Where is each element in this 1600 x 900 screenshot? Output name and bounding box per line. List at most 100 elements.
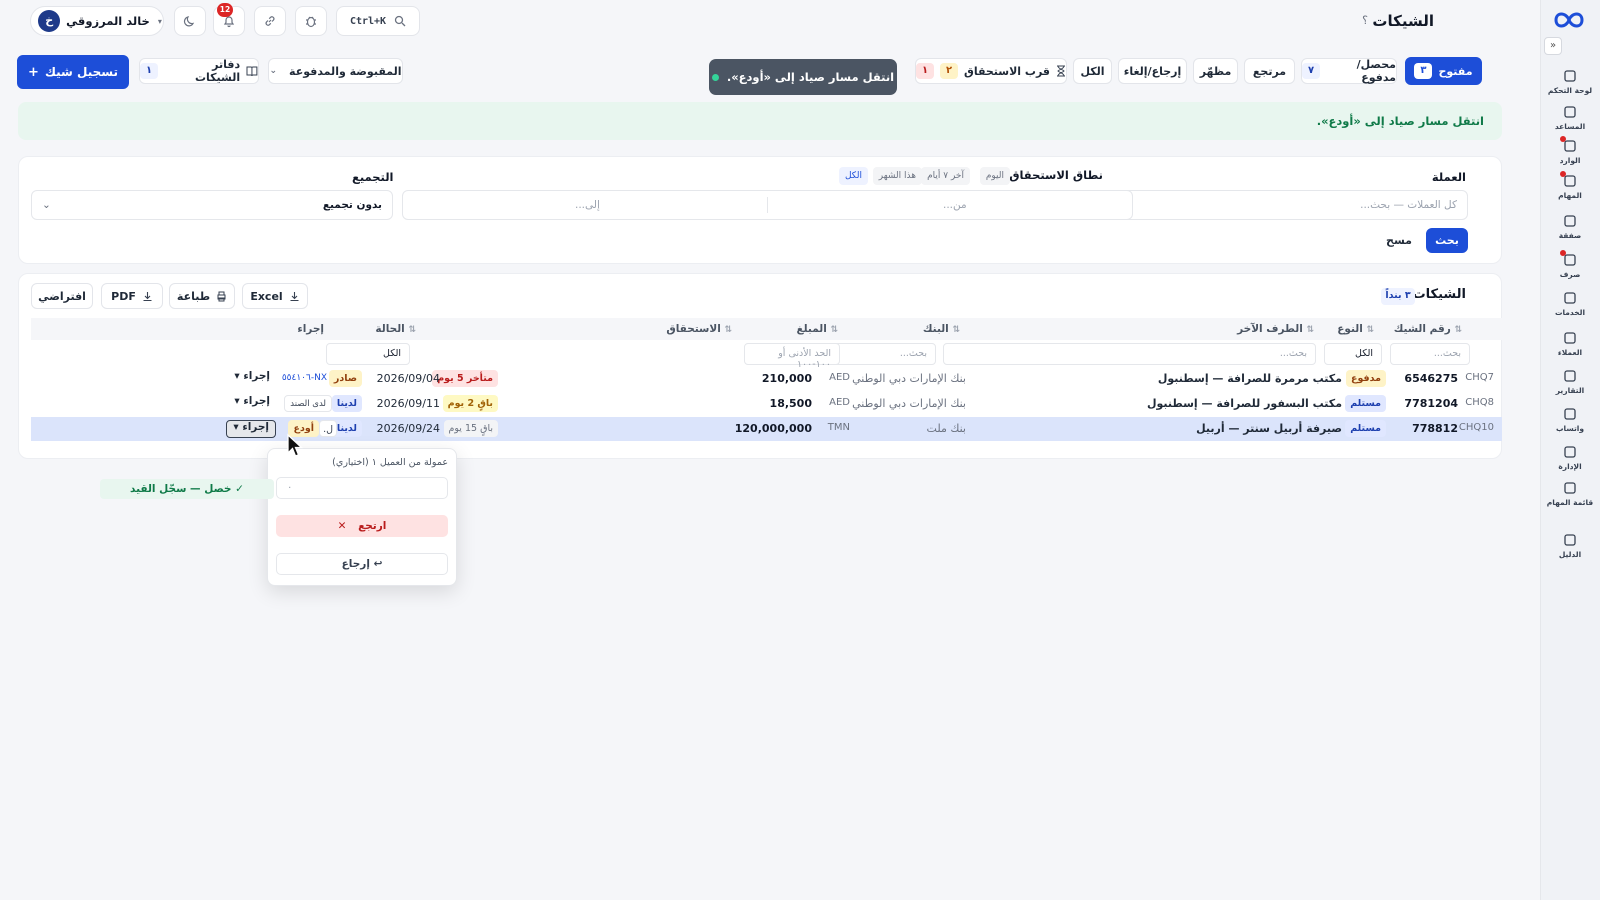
link-button[interactable] <box>254 6 286 36</box>
status-extra-badge: ل. <box>319 420 337 437</box>
table-count-badge: ٣ بنداً <box>1381 288 1415 305</box>
action-dropdown-menu: عمولة من العميل ١ (اختياري) ٠ ارتجع ✕ ↩ … <box>267 448 457 586</box>
app-logo-icon[interactable] <box>1552 8 1586 32</box>
row-action-button[interactable]: إجراء ▾ <box>226 420 276 438</box>
book-icon <box>246 66 258 77</box>
chip-today[interactable]: اليوم <box>979 167 1010 185</box>
exchange-icon <box>1564 215 1576 227</box>
print-button[interactable]: طباعة <box>169 283 235 309</box>
filter-number-placeholder: بحث... <box>1433 348 1461 359</box>
bounce-button[interactable]: ارتجع ✕ <box>276 515 448 537</box>
filter-party-placeholder: بحث... <box>1279 348 1307 359</box>
check-icon <box>1564 482 1576 494</box>
header-bank[interactable]: ⇅ البنك <box>923 323 960 335</box>
fee-input[interactable]: ٠ <box>276 477 448 499</box>
chip-all[interactable]: الكل <box>838 167 868 185</box>
status-extra: NX-٥٥٤١٠٦ <box>281 373 327 383</box>
help-icon[interactable]: ؟ <box>1362 14 1368 27</box>
collapse-sidebar-button[interactable]: « <box>1544 37 1562 55</box>
default-view-button[interactable]: افتراضي <box>31 283 93 309</box>
fee-input-value: ٠ <box>287 482 293 493</box>
filter-type[interactable]: الكل <box>1324 343 1382 365</box>
due-date: 2026/09/24 <box>376 422 440 435</box>
header-type[interactable]: ⇅ النوع <box>1337 323 1374 335</box>
sidebar-item-2[interactable]: الوارد <box>1540 136 1600 165</box>
header-number[interactable]: ⇅ رقم الشيك <box>1394 323 1462 335</box>
tab-endorsed[interactable]: مظهّر <box>1193 58 1238 84</box>
row-action-button[interactable]: إجراء ▾ <box>228 395 276 413</box>
filter-status[interactable]: الكل <box>326 343 410 365</box>
tab-return-label: إرجاع/إلغاء <box>1123 64 1182 78</box>
sidebar-item-0[interactable]: لوحة التحكم <box>1540 68 1600 95</box>
chevron-down-icon: ⌄ <box>269 66 278 76</box>
filter-amount[interactable]: الحد الأدنى أو ١٠٠-١٠٠ <box>744 343 840 370</box>
sidebar-item-6[interactable]: الخدمات <box>1540 290 1600 317</box>
sidebar-item-11[interactable]: قائمة المهام <box>1540 480 1600 507</box>
tab-bounced-label: مرتجع <box>1252 64 1287 78</box>
sidebar-item-9[interactable]: واتساب <box>1540 406 1600 433</box>
bolt-icon <box>1564 292 1576 304</box>
search-button[interactable]: Ctrl+K <box>336 6 420 36</box>
received-paid-dropdown[interactable]: المقبوضة والمدفوعة ⌄ <box>268 58 403 84</box>
table-row[interactable]: CHQ7 6546275 مدفوع مكتب مرمرة للصرافة — إسط… <box>31 367 1502 391</box>
printer-icon <box>217 291 226 301</box>
sidebar-item-4[interactable]: صفقة <box>1540 213 1600 240</box>
row-action-button[interactable]: إجراء ▾ <box>228 370 276 388</box>
clear-filters-button[interactable]: مسح <box>1378 228 1420 253</box>
export-excel-button[interactable]: Excel <box>242 283 308 309</box>
clear-filters-label: مسح <box>1386 234 1412 247</box>
check-bank: بنك الإمارات دبي الوطني <box>852 372 966 385</box>
dashboard-icon <box>1564 70 1576 82</box>
filter-bank-placeholder: بحث... <box>899 348 927 359</box>
export-pdf-label: PDF <box>111 289 136 303</box>
tab-collected-paid[interactable]: محصل/مدفوع ٧ <box>1301 58 1397 84</box>
chip-last-7-days[interactable]: آخر ٧ أيام <box>921 167 970 185</box>
mouse-cursor-icon <box>287 433 304 457</box>
checkbooks-button[interactable]: دفاتر الشيكات ١ <box>139 58 259 84</box>
return-button[interactable]: ↩ إرجاع <box>276 553 448 575</box>
debug-button[interactable] <box>295 6 327 36</box>
theme-toggle-button[interactable] <box>174 6 206 36</box>
return-label: ↩ إرجاع <box>341 558 383 570</box>
sidebar-item-7[interactable]: العملاء <box>1540 330 1600 357</box>
tab-return-cancel[interactable]: إرجاع/إلغاء <box>1118 58 1187 84</box>
sidebar-item-1[interactable]: المساعد <box>1540 104 1600 131</box>
tab-near-due[interactable]: قرب الاستحقاق ٢ ١ <box>915 58 1067 84</box>
success-banner-text: انتقل مسار صياد إلى «أودع». <box>1316 114 1484 128</box>
sidebar-item-12[interactable]: الدليل <box>1540 532 1600 559</box>
currency-select[interactable]: كل العملات — بحث... <box>1106 190 1468 220</box>
tab-bounced[interactable]: مرتجع <box>1244 58 1295 84</box>
date-to-placeholder[interactable]: إلى... <box>575 199 600 211</box>
header-party[interactable]: ⇅ الطرف الآخر <box>1237 323 1314 335</box>
table-row[interactable]: CHQ10 778812 مستلم صيرفة أربيل سنتر — أربيل… <box>31 417 1502 441</box>
register-check-button[interactable]: تسجيل شيك + <box>17 55 129 89</box>
user-menu[interactable]: ▾ خالد المرزوقي خ <box>30 6 164 36</box>
check-type-badge: مدفوع <box>1345 370 1386 387</box>
sidebar-item-5[interactable]: صرف <box>1540 250 1600 279</box>
tab-open[interactable]: مفتوح ٣ <box>1405 57 1482 85</box>
sidebar-item-10[interactable]: الإدارة <box>1540 444 1600 471</box>
filter-party[interactable]: بحث... <box>943 343 1316 365</box>
tab-all[interactable]: الكل <box>1073 58 1112 84</box>
header-status[interactable]: ⇅ الحالة <box>375 323 416 335</box>
sidebar-item-3[interactable]: المهام <box>1540 171 1600 200</box>
date-from-placeholder[interactable]: من... <box>943 199 967 211</box>
check-currency: AED <box>829 372 850 383</box>
header-due[interactable]: ⇅ الاستحقاق <box>666 323 732 335</box>
chevron-down-icon: ⌄ <box>42 199 51 211</box>
sidebar-item-8[interactable]: التقارير <box>1540 368 1600 395</box>
header-amount-label: المبلغ <box>796 323 827 335</box>
grouping-select[interactable]: بدون تجميع ⌄ <box>31 190 393 220</box>
header-amount[interactable]: ⇅ المبلغ <box>796 323 838 335</box>
table-row[interactable]: CHQ8 7781204 مستلم مكتب البسفور للصرافة — إ… <box>31 392 1502 416</box>
check-bank: بنك الإمارات دبي الوطني <box>852 397 966 410</box>
hourglass-icon <box>1057 65 1065 77</box>
chip-this-month[interactable]: هذا الشهر <box>872 167 922 185</box>
filter-number[interactable]: بحث... <box>1390 343 1470 365</box>
filter-bank[interactable]: بحث... <box>826 343 936 365</box>
export-pdf-button[interactable]: PDF <box>101 283 163 309</box>
sidebar-item-label: واتساب <box>1555 424 1585 433</box>
tab-overdue-count: ١ <box>916 63 934 79</box>
check-type-badge: مستلم <box>1345 420 1386 437</box>
search-submit-button[interactable]: بحث <box>1426 228 1468 253</box>
